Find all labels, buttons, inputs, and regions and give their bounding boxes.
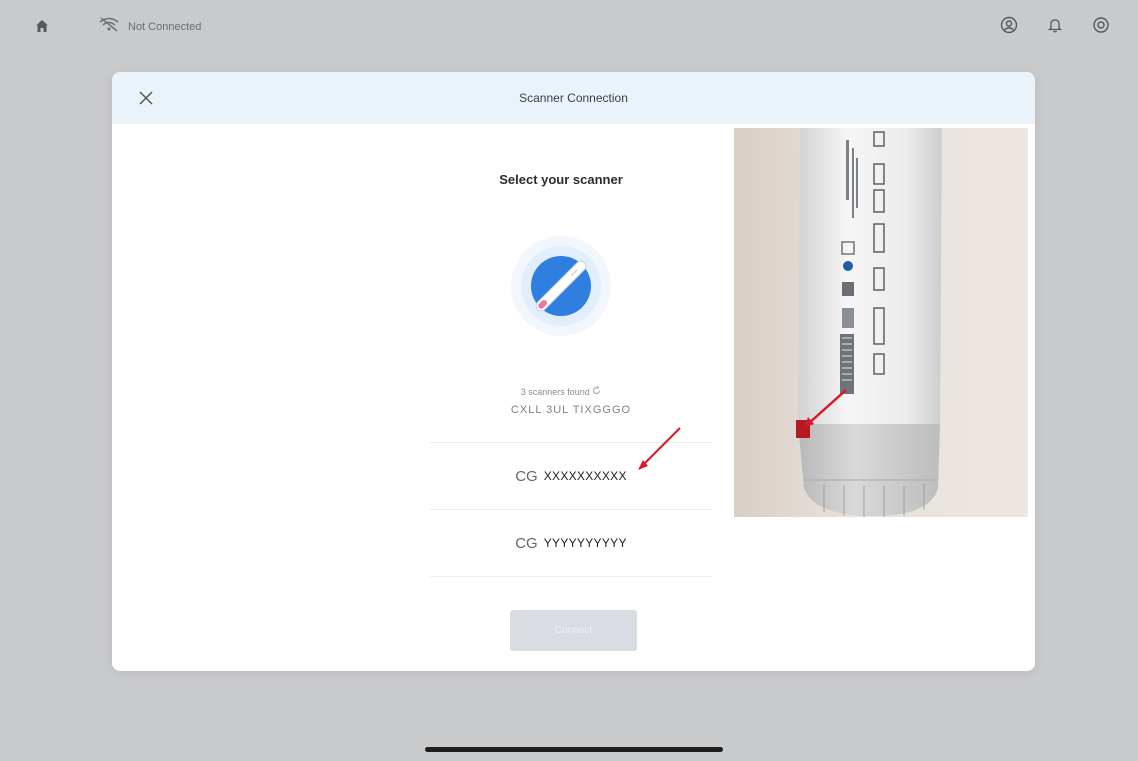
- scanner-prefix: CG: [515, 467, 538, 485]
- close-icon[interactable]: [134, 86, 158, 110]
- select-scanner-heading: Select your scanner: [499, 172, 623, 187]
- home-indicator: [425, 747, 723, 752]
- refresh-icon[interactable]: [592, 385, 601, 397]
- connection-status[interactable]: Not Connected: [98, 16, 201, 37]
- wifi-off-icon: [98, 16, 120, 37]
- scanner-serial: YYYYYYYYYY: [543, 536, 627, 550]
- connect-button[interactable]: Connect: [510, 610, 637, 651]
- scanners-found-text: 3 scanners found: [520, 387, 590, 397]
- scanner-connection-dialog: Scanner Connection Select your scanner 3…: [112, 72, 1035, 671]
- scanner-serial: XXXXXXXXXX: [543, 469, 627, 483]
- top-bar: Not Connected: [0, 0, 1138, 58]
- dialog-header: Scanner Connection: [112, 72, 1035, 124]
- settings-icon[interactable]: [1090, 14, 1112, 36]
- scanner-label-photo: [734, 128, 1028, 517]
- scanner-serial: CXLL 3UL TIXGGGO: [510, 404, 632, 416]
- bell-icon[interactable]: [1044, 14, 1066, 36]
- scanners-found-status: 3 scanners found: [430, 385, 692, 397]
- home-icon[interactable]: [34, 18, 50, 34]
- scanner-prefix: CG: [515, 534, 538, 552]
- connection-status-label: Not Connected: [128, 20, 202, 33]
- scanner-list-item[interactable]: CG YYYYYYYYYY: [430, 510, 712, 577]
- annotation-arrow: [638, 427, 681, 470]
- user-icon[interactable]: [998, 14, 1020, 36]
- scanner-icon: [510, 235, 612, 337]
- dialog-title: Scanner Connection: [519, 91, 628, 105]
